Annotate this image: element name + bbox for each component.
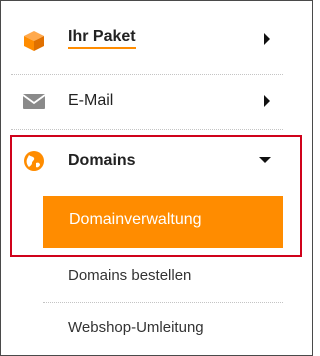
chevron-right-icon xyxy=(264,95,270,107)
divider xyxy=(11,74,283,75)
active-underline xyxy=(68,47,136,49)
chevron-right-icon xyxy=(264,33,270,45)
nav-item-ihr-paket[interactable]: Ihr Paket xyxy=(1,21,312,61)
highlight-annotation xyxy=(10,135,302,257)
subnav-item-label: Webshop-Umleitung xyxy=(68,319,204,336)
subnav-item-label: Domains bestellen xyxy=(68,267,192,284)
nav-item-label: Ihr Paket xyxy=(68,28,136,45)
nav-item-label: E-Mail xyxy=(68,92,114,109)
nav-item-email[interactable]: E-Mail xyxy=(1,81,312,121)
envelope-icon xyxy=(22,94,46,109)
package-icon xyxy=(24,31,44,51)
subnav-item-domains-bestellen[interactable]: Domains bestellen xyxy=(1,263,312,291)
navigation-panel: Ihr Paket E-Mail Domains Domainverwaltun… xyxy=(0,0,313,356)
divider xyxy=(11,129,283,130)
divider xyxy=(43,302,283,303)
subnav-item-webshop-umleitung[interactable]: Webshop-Umleitung xyxy=(1,315,312,343)
